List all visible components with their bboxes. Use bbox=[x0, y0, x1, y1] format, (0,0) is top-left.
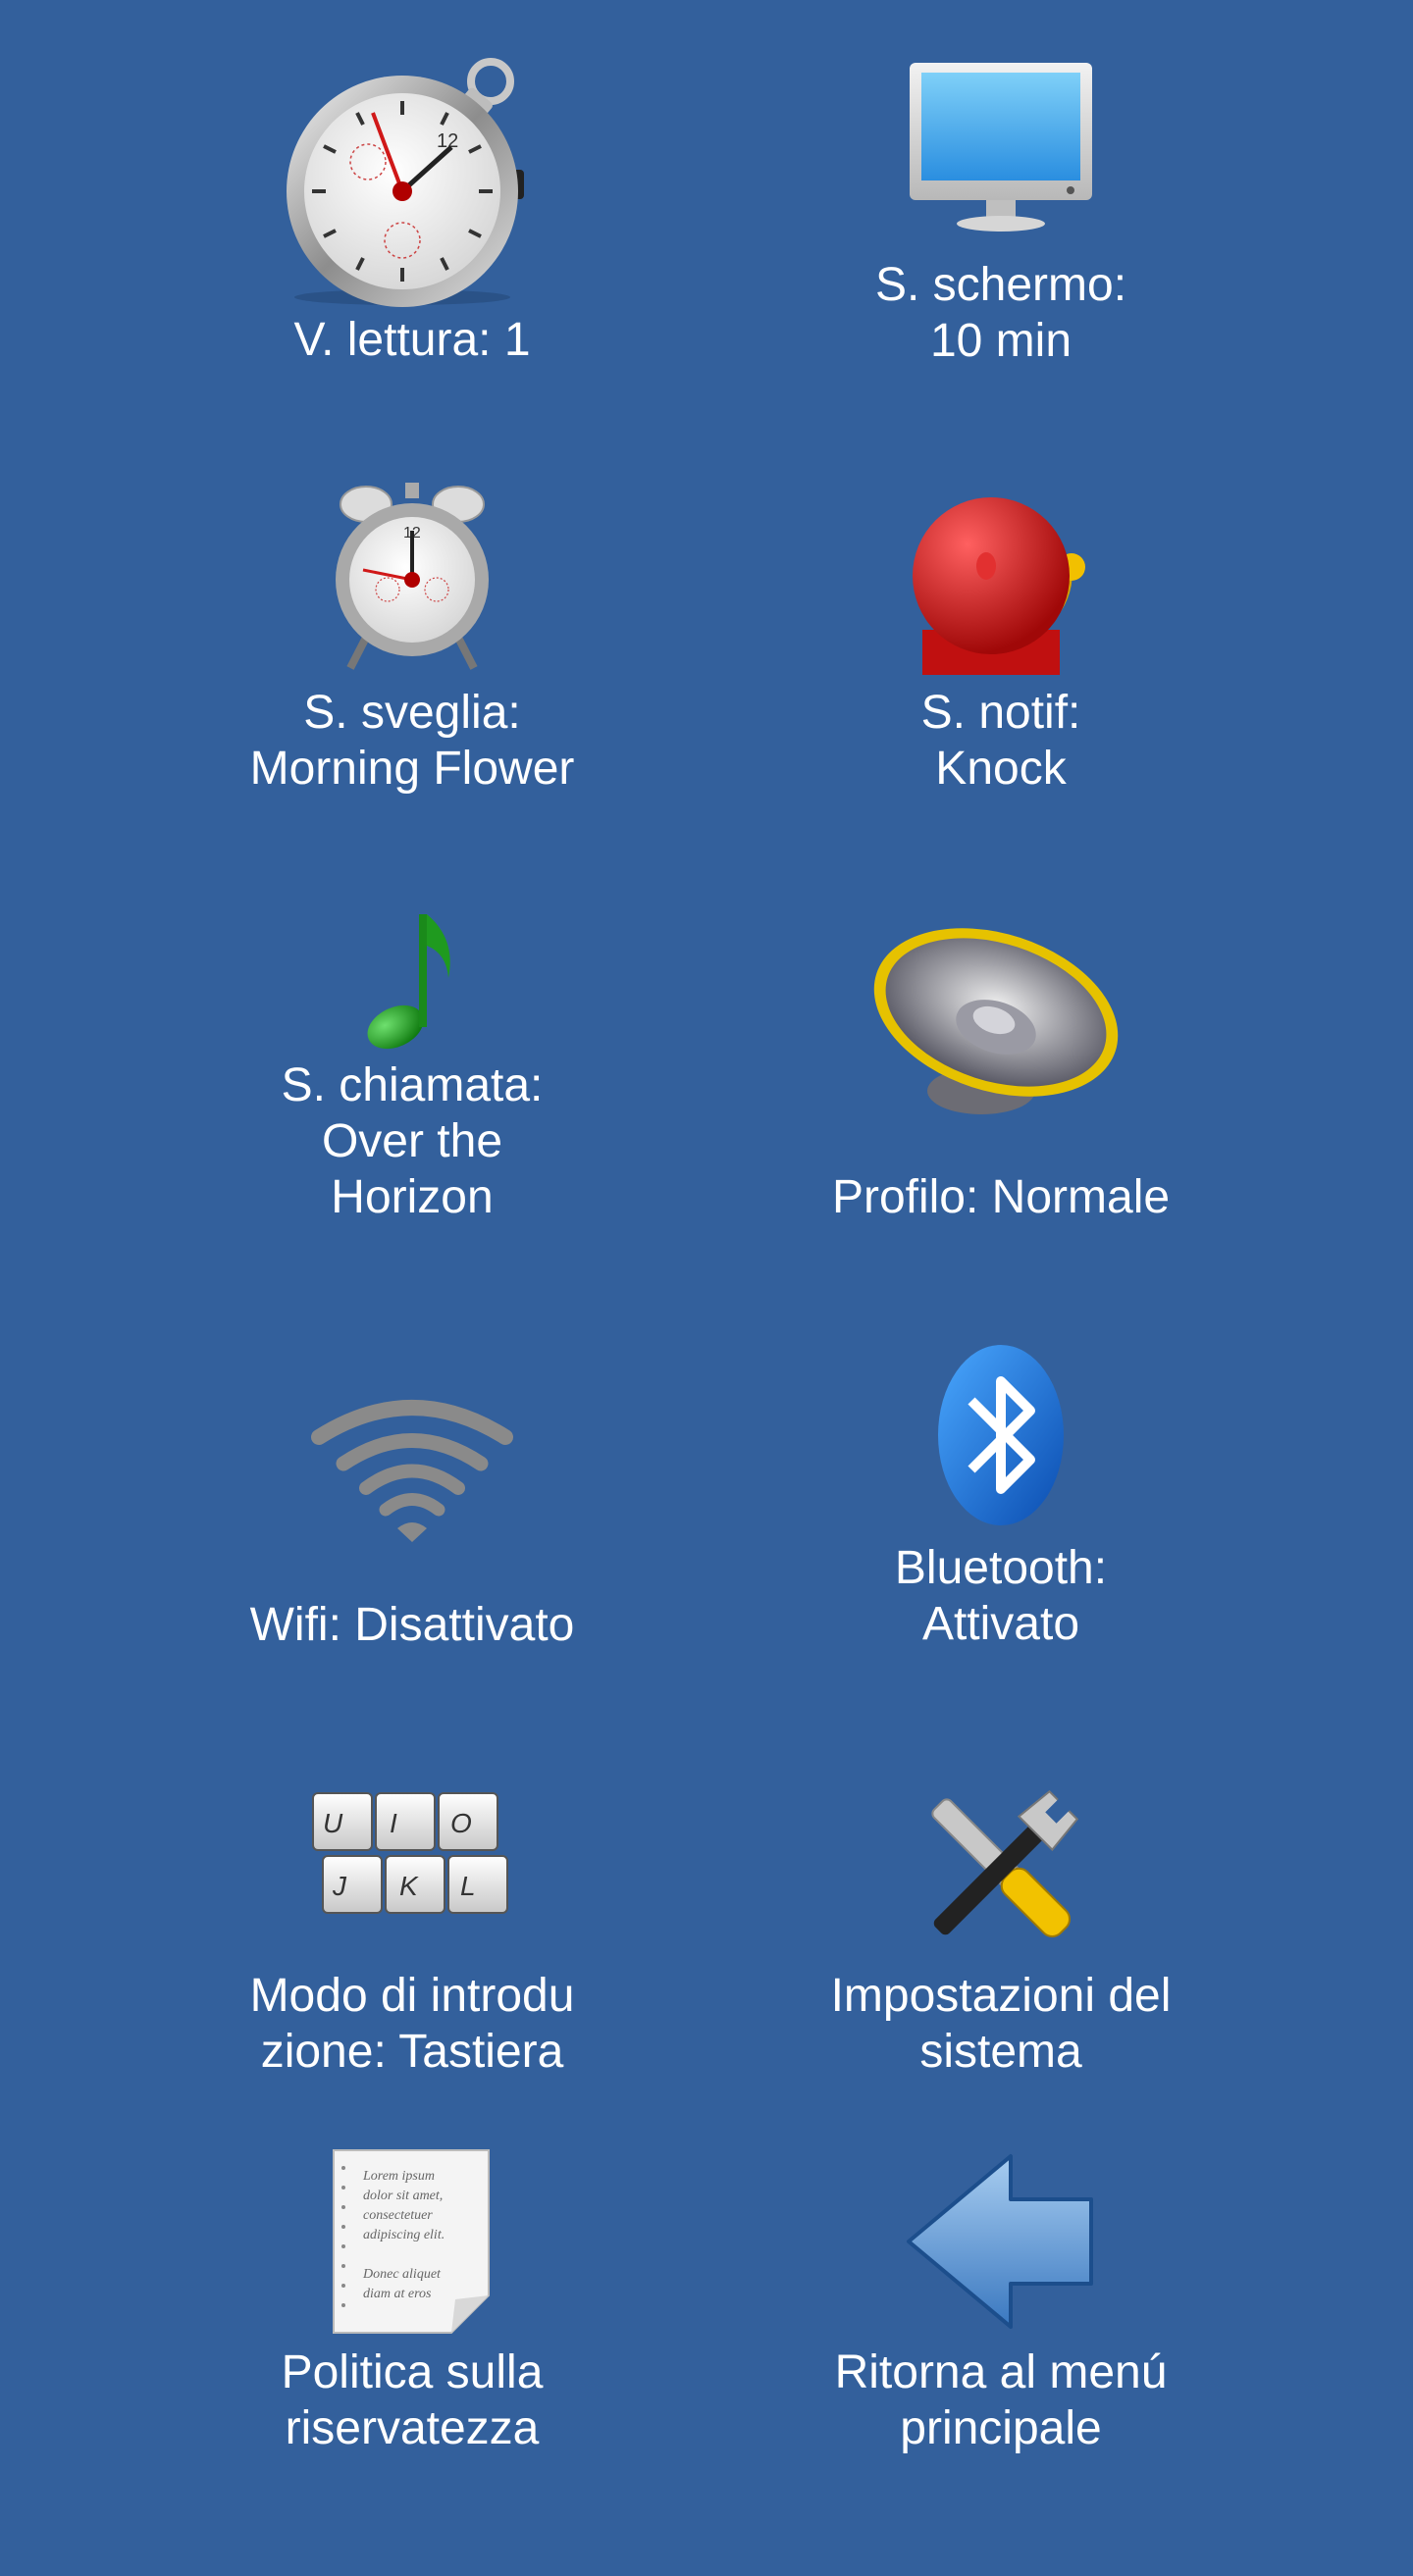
svg-text:Lorem ipsum: Lorem ipsum bbox=[362, 2169, 435, 2184]
bell-icon bbox=[648, 483, 1354, 679]
settings-grid: 12 V. lettura: 1 S. schermo: 10 min S. s… bbox=[0, 0, 1413, 2511]
svg-text:J: J bbox=[332, 1871, 347, 1901]
tile-label: S. schermo: 10 min bbox=[874, 259, 1127, 367]
speaker-icon bbox=[648, 924, 1354, 1120]
svg-text:U: U bbox=[323, 1808, 343, 1838]
svg-text:diam at eros: diam at eros bbox=[363, 2287, 432, 2301]
svg-text:O: O bbox=[450, 1808, 472, 1838]
svg-text:K: K bbox=[399, 1871, 419, 1901]
svg-text:dolor sit amet,: dolor sit amet, bbox=[363, 2189, 443, 2203]
tile-system-settings[interactable]: Impostazioni del sistema bbox=[648, 1750, 1354, 2178]
tile-label: S. notif: Knock bbox=[920, 687, 1081, 795]
tile-label: Bluetooth: Attivato bbox=[894, 1542, 1108, 1650]
svg-text:consectetuer: consectetuer bbox=[363, 2208, 433, 2223]
tile-notification-sound[interactable]: S. notif: Knock bbox=[648, 467, 1354, 895]
tile-label: Impostazioni del sistema bbox=[830, 1970, 1172, 2078]
svg-text:L: L bbox=[460, 1871, 476, 1901]
tile-back-to-main-menu[interactable]: Ritorna al menú principale bbox=[648, 2148, 1354, 2576]
svg-text:adipiscing elit.: adipiscing elit. bbox=[363, 2228, 445, 2242]
tile-bluetooth[interactable]: Bluetooth: Attivato bbox=[648, 1322, 1354, 1750]
tools-icon bbox=[648, 1770, 1354, 1966]
bluetooth-icon bbox=[648, 1342, 1354, 1528]
svg-text:I: I bbox=[390, 1808, 397, 1838]
back-arrow-icon bbox=[648, 2148, 1354, 2335]
svg-text:Donec aliquet: Donec aliquet bbox=[362, 2267, 442, 2282]
tile-label: Ritorna al menú principale bbox=[834, 2346, 1168, 2454]
tile-profile[interactable]: Profilo: Normale bbox=[648, 895, 1354, 1322]
tile-label: Profilo: Normale bbox=[831, 1171, 1171, 1223]
tile-screen-timeout[interactable]: S. schermo: 10 min bbox=[648, 39, 1354, 467]
monitor-icon bbox=[648, 61, 1354, 237]
